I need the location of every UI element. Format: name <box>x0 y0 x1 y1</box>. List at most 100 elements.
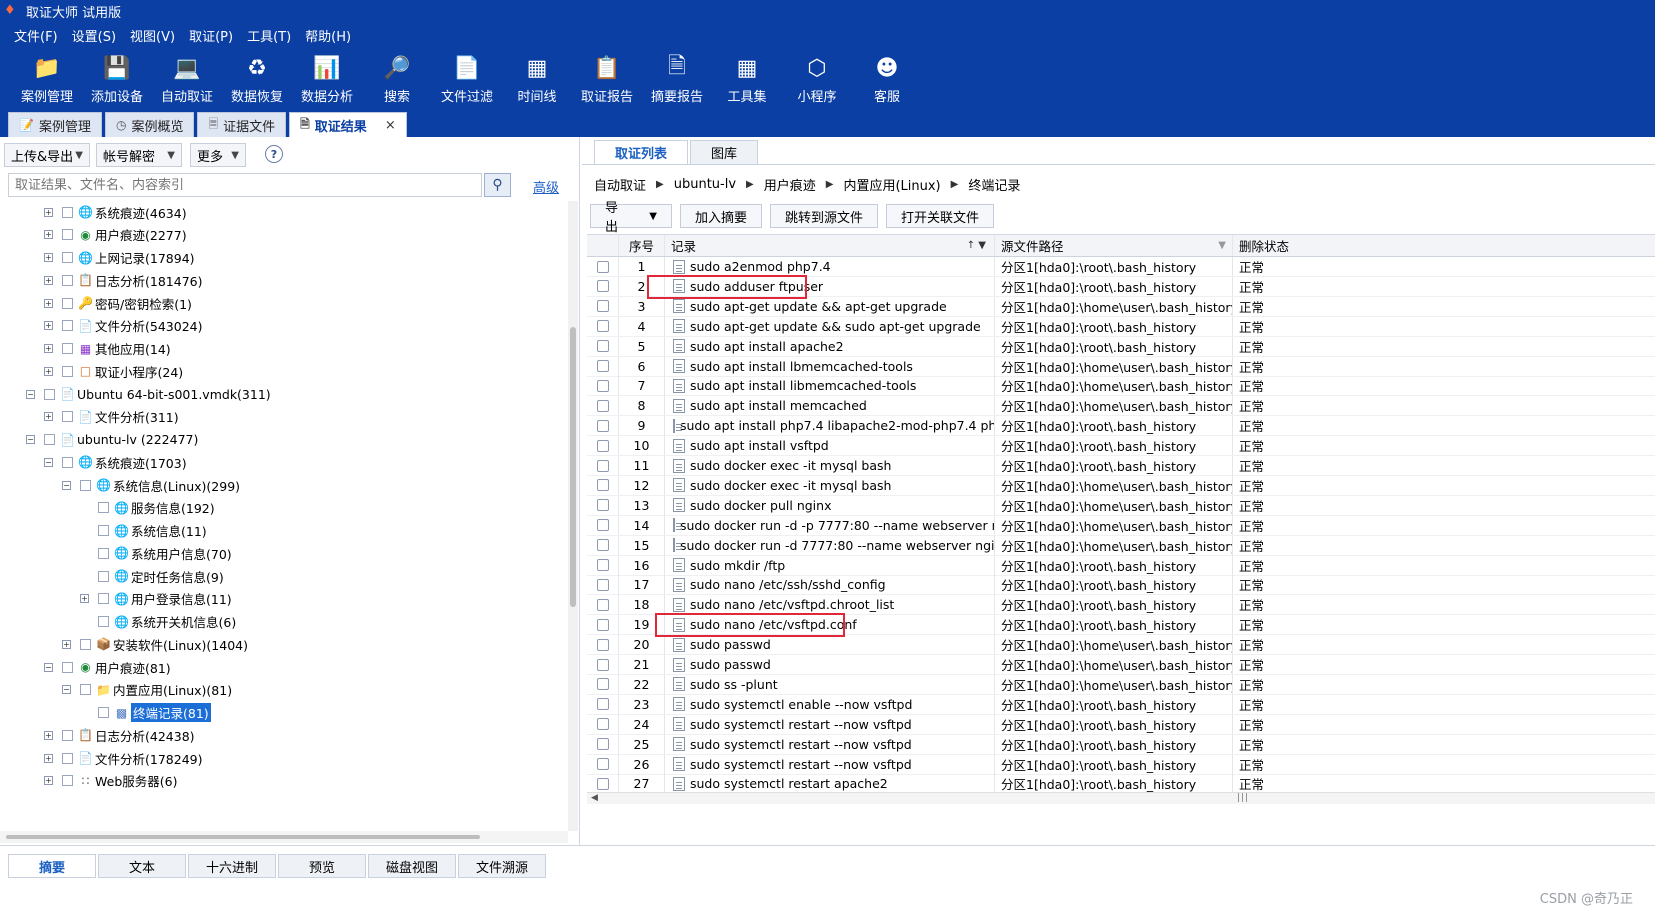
tree-checkbox[interactable] <box>98 547 109 559</box>
tree-node[interactable]: + 📋 日志分析(181476) <box>44 269 202 291</box>
toolbar-button-customer-service[interactable]: ☻ 客服 <box>852 48 922 110</box>
detail-tab[interactable]: 十六进制 <box>188 854 276 878</box>
tree-checkbox[interactable] <box>62 661 73 673</box>
expand-icon[interactable]: + <box>44 366 53 376</box>
detail-tab[interactable]: 文本 <box>98 854 186 878</box>
tree-node[interactable]: + 🔑 密码/密钥检索(1) <box>44 292 192 314</box>
table-row[interactable]: 20 sudo passwd 分区1[hda0]:\home\user\.bash_… <box>587 635 1655 656</box>
column-header-number[interactable]: 序号 <box>619 235 665 256</box>
table-row[interactable]: 6 sudo apt install lbmemcached-tools 分区1[h… <box>587 356 1655 377</box>
result-tab[interactable]: 图库 <box>690 140 759 164</box>
tree-node[interactable]: 🌐 服务信息(192) <box>80 497 215 519</box>
expand-icon[interactable]: + <box>44 275 53 285</box>
row-checkbox[interactable] <box>596 320 609 333</box>
tree-checkbox[interactable] <box>80 638 91 650</box>
advanced-search-link[interactable]: 高级 <box>533 177 559 196</box>
toolbar-button-add-device[interactable]: 💾 添加设备 <box>82 48 152 110</box>
expand-icon[interactable]: + <box>44 298 53 308</box>
toolbar-button-timeline[interactable]: ▦ 时间线 <box>502 48 572 110</box>
table-row[interactable]: 5 sudo apt install apache2 分区1[hda0]:\root… <box>587 336 1655 357</box>
tree-node[interactable]: + 🌐 用户登录信息(11) <box>80 588 232 610</box>
result-tab[interactable]: 取证列表 <box>594 140 689 164</box>
table-row[interactable]: 24 sudo systemctl restart --now vsftpd 分区1… <box>587 714 1655 735</box>
toolbar-button-toolset[interactable]: ▦ 工具集 <box>712 48 782 110</box>
expand-icon[interactable]: + <box>44 230 53 240</box>
tree-checkbox[interactable] <box>80 684 91 696</box>
tree-checkbox[interactable] <box>98 502 109 514</box>
tree-node[interactable]: − 📄 ubuntu-lv (222477) <box>26 429 198 451</box>
row-checkbox[interactable] <box>596 280 609 293</box>
tree-checkbox[interactable] <box>62 229 73 241</box>
row-checkbox[interactable] <box>596 499 609 512</box>
table-row[interactable]: 22 sudo ss -plunt 分区1[hda0]:\home\user\.ba… <box>587 674 1655 695</box>
toolbar-button-search-doc[interactable]: 🔎 搜索 <box>362 48 432 110</box>
breadcrumb-item[interactable]: 内置应用(Linux) <box>843 175 940 194</box>
more-dropdown[interactable]: 更多 ▼ <box>190 143 246 167</box>
row-checkbox[interactable] <box>596 479 609 492</box>
menu-item[interactable]: 文件(F) <box>14 26 58 45</box>
tree-checkbox[interactable] <box>44 388 55 400</box>
row-checkbox[interactable] <box>596 559 609 571</box>
table-row[interactable]: 8 sudo apt install memcached 分区1[hda0]:\ho… <box>587 396 1655 417</box>
account-decrypt-dropdown[interactable]: 帐号解密 ▼ <box>96 143 182 167</box>
table-row[interactable]: 26 sudo systemctl restart --now vsftpd 分区1… <box>587 754 1655 775</box>
expand-icon[interactable]: + <box>44 730 53 740</box>
sort-filter-icon[interactable]: ↑ ▼ <box>967 240 986 251</box>
tree-node[interactable]: + □ 取证小程序(24) <box>44 360 183 382</box>
table-row[interactable]: 12 sudo docker exec -it mysql bash 分区1[hda… <box>587 475 1655 496</box>
table-row[interactable]: 7 sudo apt install libmemcached-tools 分区1[… <box>587 376 1655 397</box>
table-row[interactable]: 9 sudo apt install php7.4 libapache2-mod-… <box>587 416 1655 437</box>
menu-item[interactable]: 帮助(H) <box>305 26 351 45</box>
tree-checkbox[interactable] <box>98 707 109 718</box>
collapse-icon[interactable]: − <box>44 662 53 672</box>
grid-horizontal-scrollbar[interactable]: ◀ ||| <box>587 792 1655 804</box>
table-row[interactable]: 23 sudo systemctl enable --now vsftpd 分区1[… <box>587 694 1655 715</box>
menu-item[interactable]: 视图(V) <box>130 26 175 45</box>
tree-checkbox[interactable] <box>98 570 109 582</box>
collapse-icon[interactable]: − <box>26 389 35 399</box>
row-checkbox[interactable] <box>596 260 609 273</box>
row-checkbox[interactable] <box>596 658 609 671</box>
toolbar-button-case[interactable]: 📁 案例管理 <box>12 48 82 110</box>
tree-checkbox[interactable] <box>62 729 73 741</box>
open-related-file-button[interactable]: 打开关联文件 <box>886 204 995 228</box>
doc-tab[interactable]: 🗏 证据文件 <box>197 112 287 137</box>
filter-icon[interactable]: ▼ <box>1218 240 1226 251</box>
collapse-icon[interactable]: − <box>44 457 53 467</box>
scroll-left-icon[interactable]: ◀ <box>591 793 598 803</box>
row-checkbox[interactable] <box>596 379 609 392</box>
tree-checkbox[interactable] <box>62 343 73 354</box>
tree-checkbox[interactable] <box>62 752 73 764</box>
doc-tab[interactable]: 🗎 取证结果 × <box>289 112 407 137</box>
toolbar-button-mini-program[interactable]: ⬡ 小程序 <box>782 48 852 110</box>
tree-checkbox[interactable] <box>62 411 73 423</box>
row-checkbox[interactable] <box>596 399 609 412</box>
tree-checkbox[interactable] <box>98 593 109 605</box>
tree-node[interactable]: − 📄 Ubuntu 64-bit-s001.vmdk(311) <box>26 383 271 405</box>
row-checkbox[interactable] <box>596 459 609 472</box>
breadcrumb-item[interactable]: 终端记录 <box>968 175 1020 194</box>
tree-node[interactable]: + ◉ 用户痕迹(2277) <box>44 224 187 246</box>
tree-node[interactable]: + 📦 安装软件(Linux)(1404) <box>62 633 248 655</box>
tree-checkbox[interactable] <box>62 456 73 468</box>
tree-node[interactable]: + 📄 文件分析(178249) <box>44 747 202 769</box>
tree-checkbox[interactable] <box>80 479 91 491</box>
tree-checkbox[interactable] <box>62 775 73 787</box>
row-checkbox[interactable] <box>596 578 609 591</box>
row-checkbox[interactable] <box>596 419 609 432</box>
row-checkbox[interactable] <box>596 678 609 691</box>
toolbar-button-file-filter[interactable]: 📄 文件过滤 <box>432 48 502 110</box>
table-row[interactable]: 25 sudo systemctl restart --now vsftpd 分区1… <box>587 734 1655 755</box>
row-checkbox[interactable] <box>596 598 609 611</box>
tree-node[interactable]: + 📄 文件分析(543024) <box>44 315 202 337</box>
row-checkbox[interactable] <box>596 758 609 770</box>
doc-tab[interactable]: 📝 案例管理 <box>8 112 102 137</box>
tree-node[interactable]: + ▦ 其他应用(14) <box>44 338 171 360</box>
table-row[interactable]: 15 sudo docker run -d 7777:80 --name webs… <box>587 535 1655 556</box>
tree-checkbox[interactable] <box>62 365 73 377</box>
table-row[interactable]: 17 sudo nano /etc/ssh/sshd_config 分区1[hda0… <box>587 575 1655 596</box>
expand-icon[interactable]: + <box>44 321 53 331</box>
tree-node[interactable]: 🌐 系统信息(11) <box>80 520 207 542</box>
tree-node[interactable]: + ∷ Web服务器(6) <box>44 770 177 792</box>
detail-tab[interactable]: 预览 <box>278 854 366 878</box>
